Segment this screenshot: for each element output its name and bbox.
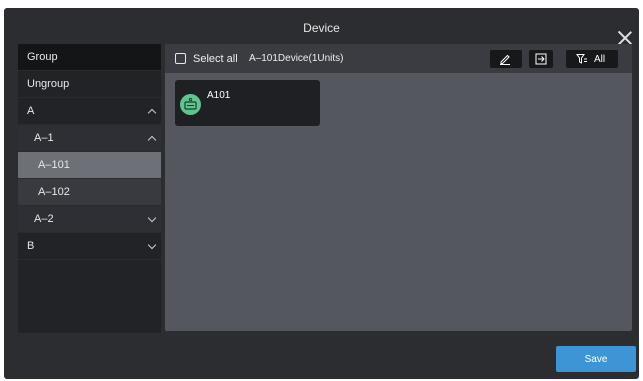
move-icon: [535, 53, 547, 65]
filter-label: All: [594, 54, 606, 65]
chevron-up-icon: [147, 135, 157, 145]
select-all-label[interactable]: Select all: [193, 53, 238, 65]
sidebar-item-ungroup[interactable]: Ungroup: [18, 71, 161, 98]
device-icon: [184, 97, 197, 110]
sidebar-item-a-101[interactable]: A–101: [18, 152, 161, 179]
group-sidebar: Group Ungroup A A–1 A–101 A–102 A–2 B: [18, 44, 161, 333]
filter-button[interactable]: All: [566, 50, 618, 68]
sidebar-item-label: A: [27, 105, 35, 117]
dialog-title: Device: [303, 21, 340, 35]
sidebar-item-a-1[interactable]: A–1: [18, 125, 161, 152]
device-toolbar: Select all A–101Device(1Units) All: [165, 44, 632, 73]
select-all-checkbox[interactable]: [175, 53, 186, 64]
filter-icon: [576, 54, 587, 64]
sidebar-item-a-2[interactable]: A–2: [18, 206, 161, 233]
sidebar-item-a-102[interactable]: A–102: [18, 179, 161, 206]
sidebar-item-a[interactable]: A: [18, 98, 161, 125]
device-card[interactable]: A101: [175, 80, 320, 126]
edit-button[interactable]: [490, 50, 522, 68]
sidebar-item-label: A–2: [34, 213, 54, 225]
device-avatar: [180, 94, 201, 115]
sidebar-item-label: B: [27, 240, 35, 252]
device-panel: Select all A–101Device(1Units) All A101: [165, 44, 632, 331]
sidebar-item-b[interactable]: B: [18, 233, 161, 260]
sidebar-item-label: A–102: [38, 186, 70, 198]
sidebar-item-label: A–101: [38, 159, 70, 171]
sidebar-item-label: Group: [27, 51, 58, 63]
device-count: A–101Device(1Units): [249, 53, 344, 64]
chevron-down-icon: [147, 240, 157, 250]
sidebar-item-label: Ungroup: [27, 78, 70, 90]
sidebar-item-label: A–1: [34, 132, 54, 144]
edit-icon: [500, 54, 510, 65]
save-button[interactable]: Save: [556, 346, 636, 372]
move-button[interactable]: [529, 50, 553, 68]
device-name: A101: [207, 90, 231, 101]
chevron-down-icon: [147, 213, 157, 223]
chevron-up-icon: [147, 108, 157, 118]
sidebar-item-group[interactable]: Group: [18, 44, 161, 71]
